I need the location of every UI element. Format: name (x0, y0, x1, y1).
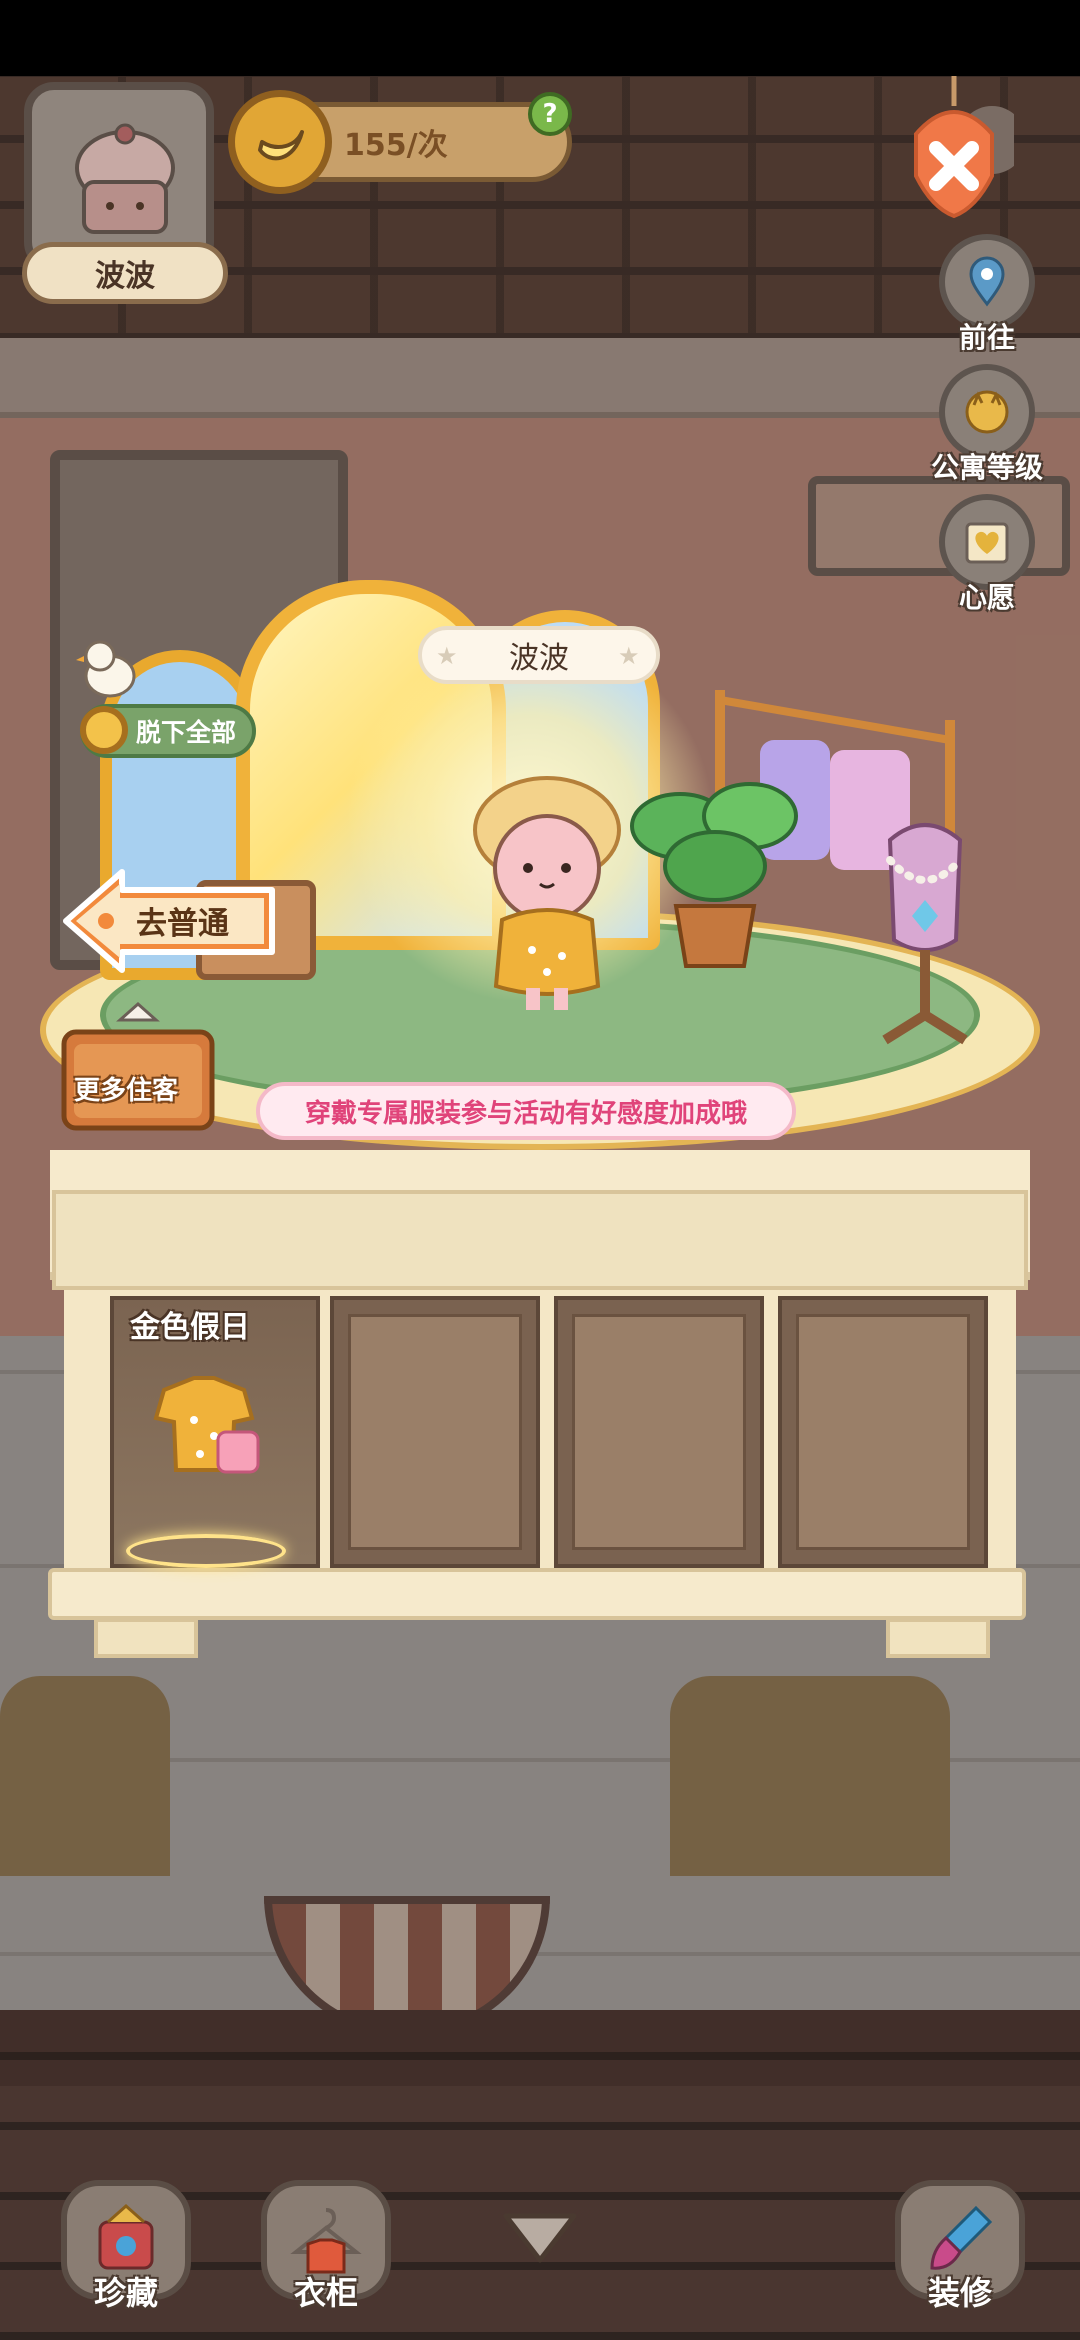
apartment-level-button[interactable]: 公寓等级 (931, 364, 1043, 486)
help-button[interactable]: ? (528, 92, 572, 136)
cupcake-avatar-icon (75, 123, 175, 234)
ring-icon (80, 706, 128, 754)
chevron-down-icon[interactable] (500, 2208, 580, 2268)
shelf-top (52, 1190, 1028, 1290)
wish-button[interactable]: 心愿 (932, 494, 1042, 616)
decorate-button[interactable]: 装修 (890, 2180, 1030, 2330)
banana-count: 155/次 (344, 128, 448, 163)
star-icon: ★ (436, 642, 458, 670)
wardrobe-button[interactable]: 衣柜 (256, 2180, 396, 2330)
star-icon: ★ (618, 642, 640, 670)
banana-icon (228, 90, 332, 194)
bonus-tip: 穿戴专属服装参与活动有好感度加成哦 (256, 1082, 796, 1140)
outfit-slot-empty[interactable] (554, 1296, 764, 1568)
outfit-name: 金色假日 (130, 1310, 250, 1345)
potted-plant-icon (630, 782, 798, 968)
character-sprite (473, 776, 621, 1010)
character-name-plate: 波波 (22, 242, 228, 304)
mannequin-icon (882, 823, 968, 1045)
goto-button[interactable]: 前往 (932, 234, 1042, 356)
status-bar (0, 0, 1080, 76)
close-icon (914, 76, 1026, 219)
collection-button[interactable]: 珍藏 (56, 2180, 196, 2330)
stage-character-name: ★ 波波 ★ (418, 626, 660, 684)
more-guests-button[interactable]: 更多住客 (60, 1000, 216, 1132)
suitcase-icon (61, 1001, 215, 1131)
bird-icon (76, 640, 136, 698)
selected-glow-ring (126, 1534, 286, 1568)
goto-normal-button[interactable]: 去普通 (62, 868, 284, 974)
golden-outfit-icon[interactable] (144, 1370, 264, 1480)
outfit-slot-empty[interactable] (330, 1296, 540, 1568)
outfit-slot-empty[interactable] (778, 1296, 988, 1568)
shelf-bottom (48, 1568, 1026, 1620)
close-button[interactable] (896, 76, 1026, 236)
